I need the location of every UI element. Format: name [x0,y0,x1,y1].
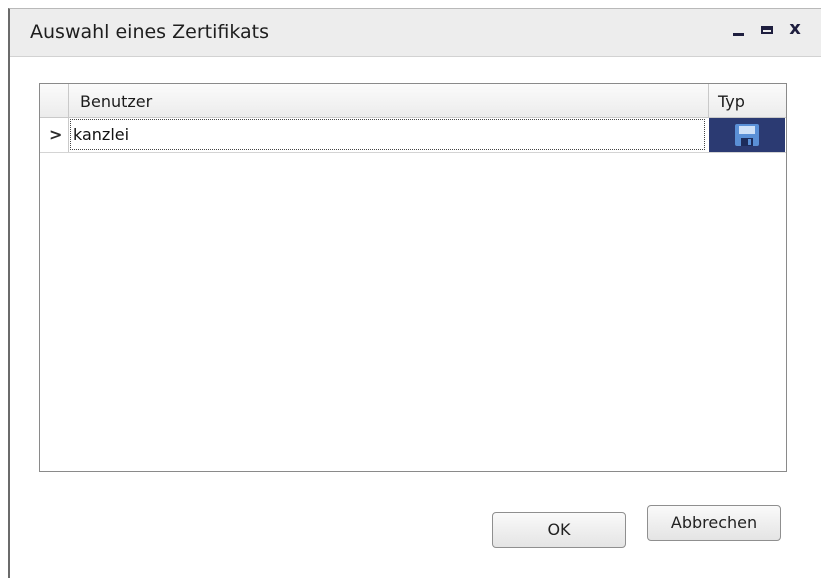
dialog-title: Auswahl eines Zertifikats [30,21,269,43]
minimize-button[interactable] [728,19,750,43]
title-bar[interactable]: Auswahl eines Zertifikats x [10,9,821,57]
certificate-dialog: Auswahl eines Zertifikats x Benutzer Typ… [8,8,821,578]
ok-button[interactable]: OK [492,512,626,548]
grid-header: Benutzer Typ [40,84,786,118]
maximize-button[interactable] [756,19,778,43]
close-button[interactable]: x [784,18,806,42]
cell-typ[interactable] [709,118,785,152]
column-header-label: Typ [718,92,745,111]
maximize-icon [761,26,773,34]
column-header-typ[interactable]: Typ [709,84,786,117]
certificate-grid[interactable]: Benutzer Typ > kanzlei [39,83,787,472]
column-header-benutzer[interactable]: Benutzer [69,84,709,117]
column-header-label: Benutzer [80,92,153,111]
cancel-button[interactable]: Abbrechen [647,505,781,541]
floppy-disk-icon [735,124,759,146]
current-row-arrow-icon: > [49,125,63,144]
cell-benutzer[interactable]: kanzlei [70,119,705,150]
row-indicator: > [40,118,69,152]
cell-benutzer-text: kanzlei [73,125,130,144]
table-row[interactable]: > kanzlei [40,118,786,153]
minimize-icon [733,33,744,36]
header-corner [40,84,69,117]
